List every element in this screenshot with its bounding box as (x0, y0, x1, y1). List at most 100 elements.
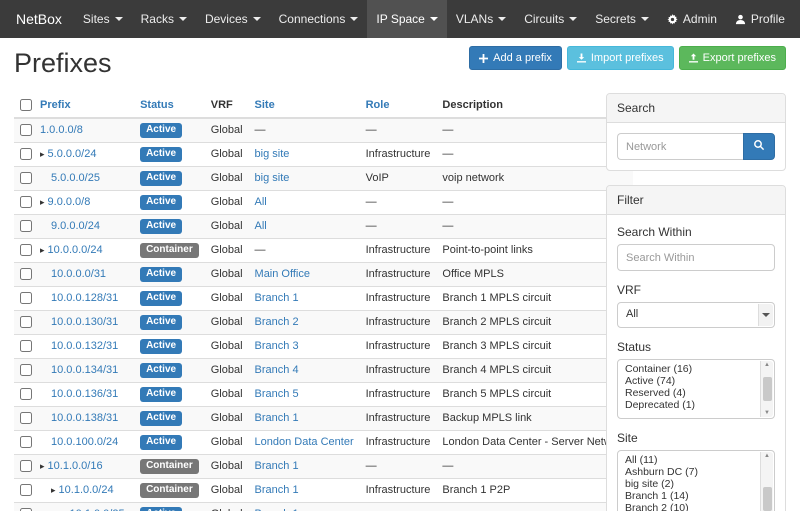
row-checkbox[interactable] (20, 316, 32, 328)
option-deprecated-1[interactable]: Deprecated (1) (618, 399, 760, 411)
option-active-74[interactable]: Active (74) (618, 375, 760, 387)
role-value: — (360, 118, 437, 143)
nav-item-secrets[interactable]: Secrets (586, 0, 658, 38)
site-link[interactable]: Branch 1 (255, 484, 299, 496)
status-multiselect[interactable]: Container (16)Active (74)Reserved (4)Dep… (617, 359, 775, 419)
nav-item-vlans[interactable]: VLANs (447, 0, 515, 38)
navbar-brand[interactable]: NetBox (8, 0, 74, 38)
nav-item-connections[interactable]: Connections (270, 0, 368, 38)
nav-item-profile[interactable]: Profile (726, 0, 794, 38)
site-link[interactable]: big site (255, 172, 290, 184)
prefix-link[interactable]: 5.0.0.0/24 (48, 148, 97, 160)
row-checkbox[interactable] (20, 148, 32, 160)
site-link[interactable]: Branch 5 (255, 388, 299, 400)
nav-item-sites[interactable]: Sites (74, 0, 132, 38)
row-checkbox[interactable] (20, 340, 32, 352)
prefix-link[interactable]: 10.0.0.132/31 (51, 340, 118, 352)
row-checkbox[interactable] (20, 268, 32, 280)
scrollbar-thumb[interactable] (763, 487, 772, 511)
table-row: 10.0.0.134/31ActiveGlobalBranch 4Infrast… (14, 359, 633, 383)
scrollbar[interactable]: ▲▼ (760, 452, 773, 511)
option-ashburn-dc-7[interactable]: Ashburn DC (7) (618, 466, 760, 478)
site-link[interactable]: big site (255, 148, 290, 160)
vrf-value: Global (205, 455, 249, 479)
description-value: Branch 5 MPLS circuit (436, 383, 633, 407)
description-value: — (436, 503, 633, 511)
option-all-11[interactable]: All (11) (618, 454, 760, 466)
prefix-link[interactable]: 10.0.0.136/31 (51, 388, 118, 400)
site-link[interactable]: London Data Center (255, 436, 354, 448)
search-button[interactable] (743, 133, 775, 160)
row-checkbox[interactable] (20, 436, 32, 448)
prefix-link[interactable]: 1.0.0.0/8 (40, 124, 83, 136)
page-header: Prefixes Add a prefix Import prefixes Ex… (14, 44, 786, 93)
row-checkbox[interactable] (20, 388, 32, 400)
column-header-status[interactable]: Status (134, 93, 205, 118)
column-header-role[interactable]: Role (360, 93, 437, 118)
row-checkbox[interactable] (20, 460, 32, 472)
option-container-16[interactable]: Container (16) (618, 363, 760, 375)
prefix-link[interactable]: 10.1.0.0/16 (48, 460, 103, 472)
site-link[interactable]: Branch 4 (255, 364, 299, 376)
prefix-link[interactable]: 10.0.0.130/31 (51, 316, 118, 328)
column-header-site[interactable]: Site (249, 93, 360, 118)
prefix-link[interactable]: 10.0.100.0/24 (51, 436, 118, 448)
search-within-input[interactable] (617, 244, 775, 271)
option-branch-2-10[interactable]: Branch 2 (10) (618, 502, 760, 511)
nav-item-racks[interactable]: Racks (132, 0, 196, 38)
export-prefixes-button[interactable]: Export prefixes (679, 46, 786, 70)
nav-item-circuits[interactable]: Circuits (515, 0, 586, 38)
row-checkbox[interactable] (20, 364, 32, 376)
site-link[interactable]: Branch 3 (255, 340, 299, 352)
prefix-link[interactable]: 10.1.0.0/24 (59, 484, 114, 496)
search-input[interactable] (617, 133, 743, 160)
add-prefix-button[interactable]: Add a prefix (469, 46, 562, 70)
row-checkbox[interactable] (20, 172, 32, 184)
option-branch-1-14[interactable]: Branch 1 (14) (618, 490, 760, 502)
option-big-site-2[interactable]: big site (2) (618, 478, 760, 490)
prefix-link[interactable]: 5.0.0.0/25 (51, 172, 100, 184)
option-reserved-4[interactable]: Reserved (4) (618, 387, 760, 399)
navbar: NetBox SitesRacksDevicesConnectionsIP Sp… (0, 0, 800, 38)
site-link[interactable]: Branch 1 (255, 460, 299, 472)
prefix-link[interactable]: 9.0.0.0/8 (48, 196, 91, 208)
site-link[interactable]: Main Office (255, 268, 310, 280)
scroll-up-icon[interactable]: ▲ (764, 362, 770, 368)
prefix-link[interactable]: 10.0.0.138/31 (51, 412, 118, 424)
scroll-up-icon[interactable]: ▲ (764, 453, 770, 459)
row-checkbox[interactable] (20, 124, 32, 136)
row-checkbox[interactable] (20, 196, 32, 208)
scroll-down-icon[interactable]: ▼ (764, 410, 770, 416)
site-link[interactable]: All (255, 220, 267, 232)
nav-item-devices[interactable]: Devices (196, 0, 270, 38)
scrollbar-thumb[interactable] (763, 377, 772, 401)
row-checkbox[interactable] (20, 484, 32, 496)
navbar-right-menu: AdminProfileLog out (658, 0, 800, 38)
select-all-checkbox[interactable] (20, 99, 32, 111)
column-header-prefix[interactable]: Prefix (34, 93, 134, 118)
nav-item-log-out[interactable]: Log out (794, 0, 800, 38)
site-link[interactable]: Branch 1 (255, 292, 299, 304)
role-value: Infrastructure (360, 335, 437, 359)
prefix-link[interactable]: 10.0.0.134/31 (51, 364, 118, 376)
site-link[interactable]: Branch 1 (255, 412, 299, 424)
prefix-link[interactable]: 10.0.0.0/24 (48, 244, 103, 256)
site-link[interactable]: All (255, 196, 267, 208)
site-link[interactable]: Branch 2 (255, 316, 299, 328)
row-checkbox[interactable] (20, 220, 32, 232)
row-checkbox[interactable] (20, 292, 32, 304)
scrollbar[interactable]: ▲▼ (760, 361, 773, 417)
row-checkbox[interactable] (20, 412, 32, 424)
search-icon (753, 139, 765, 154)
row-checkbox[interactable] (20, 244, 32, 256)
import-prefixes-button[interactable]: Import prefixes (567, 46, 674, 70)
site-multiselect[interactable]: All (11)Ashburn DC (7)big site (2)Branch… (617, 450, 775, 511)
vrf-select[interactable]: All (617, 302, 775, 328)
prefix-link[interactable]: 10.0.0.0/31 (51, 268, 106, 280)
caret-down-icon (350, 17, 358, 21)
prefix-link[interactable]: 9.0.0.0/24 (51, 220, 100, 232)
prefix-link[interactable]: 10.0.0.128/31 (51, 292, 118, 304)
nav-item-admin[interactable]: Admin (658, 0, 726, 38)
nav-item-ip-space[interactable]: IP Space (367, 0, 446, 38)
plus-icon (479, 54, 488, 63)
